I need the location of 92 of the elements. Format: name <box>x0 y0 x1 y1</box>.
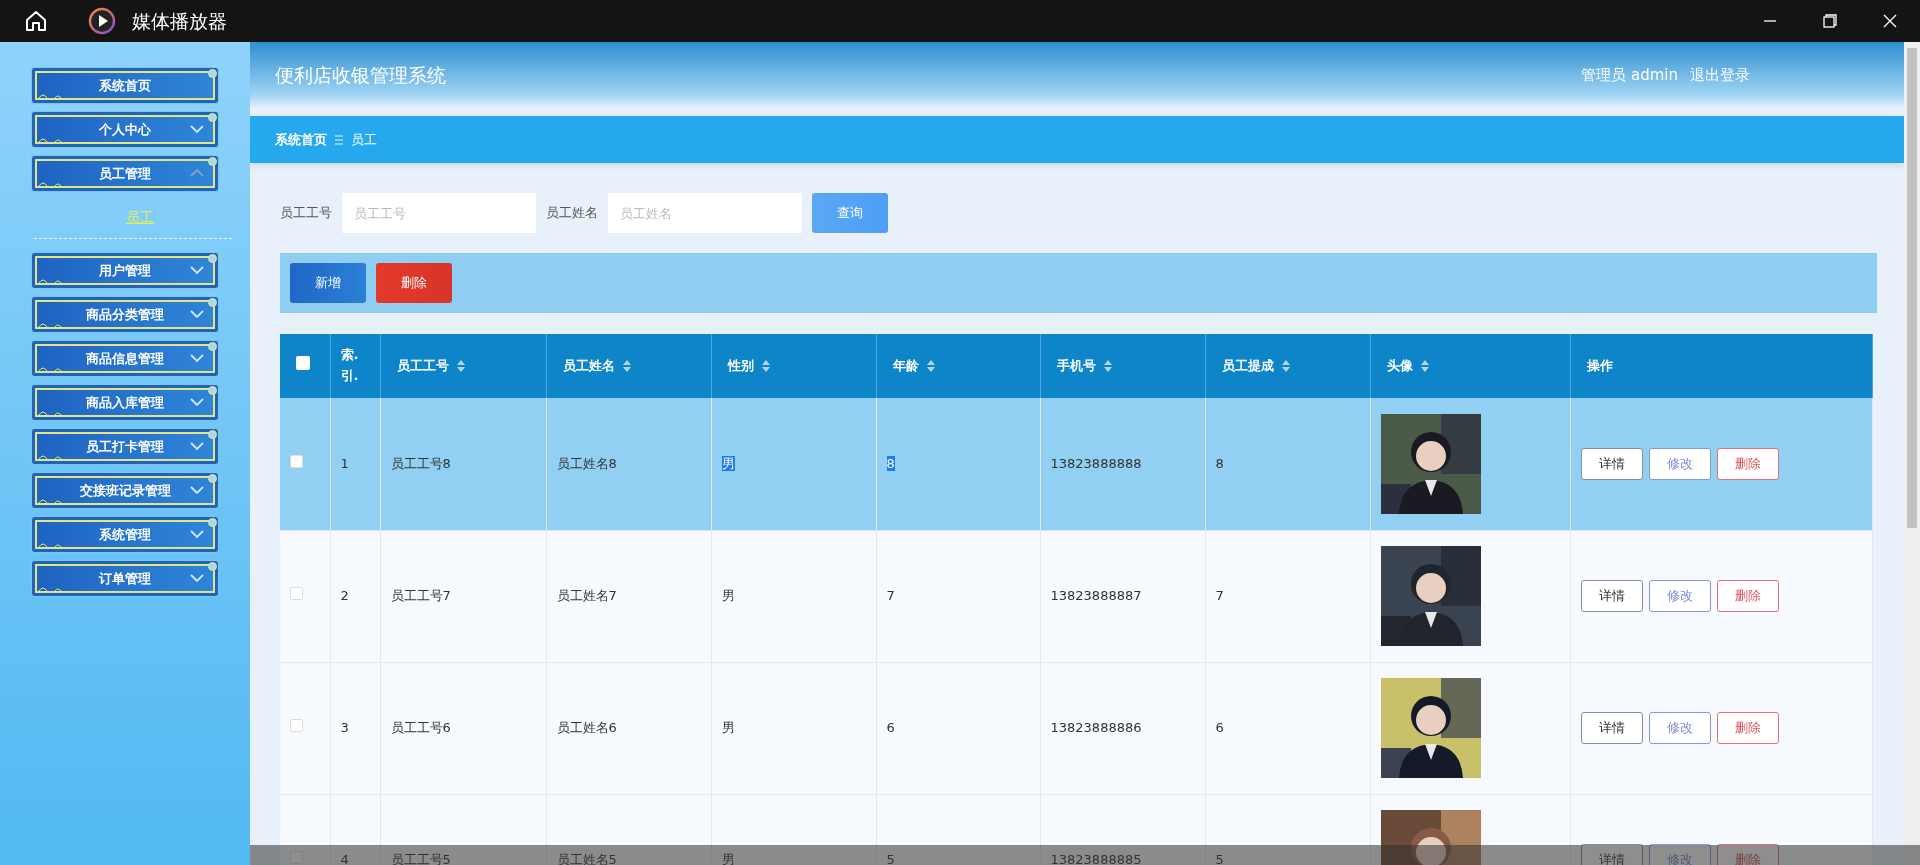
column-header[interactable]: 性别 <box>727 356 770 376</box>
sidebar-item[interactable]: 商品分类管理 <box>31 296 219 333</box>
search-button[interactable]: 查询 <box>812 193 888 233</box>
window-title: 媒体播放器 <box>132 8 227 34</box>
table-cell: 员工工号8 <box>390 456 451 471</box>
dot-icon <box>208 254 217 263</box>
table-cell: 8 <box>886 456 895 471</box>
column-header[interactable]: 手机号 <box>1056 356 1112 376</box>
column-header: 操作 <box>1586 357 1613 376</box>
home-icon[interactable] <box>24 9 48 33</box>
restore-icon <box>1823 14 1837 28</box>
table-cell: 7 <box>886 588 895 604</box>
table-cell: 1 <box>340 456 349 471</box>
sidebar-item[interactable]: 员工管理 <box>31 155 219 192</box>
table-cell: 13823888885 <box>1050 852 1142 865</box>
dot-icon <box>208 113 217 122</box>
dot-icon <box>208 474 217 483</box>
table-cell: 员工姓名7 <box>556 588 617 604</box>
sidebar-item[interactable]: 订单管理 <box>31 560 219 597</box>
close-icon <box>1883 14 1897 28</box>
sidebar-item[interactable]: 商品入库管理 <box>31 384 219 421</box>
scrollbar[interactable] <box>1904 42 1920 865</box>
edit-button[interactable]: 修改 <box>1648 447 1711 480</box>
table-cell: 7 <box>1215 588 1224 604</box>
row-checkbox[interactable] <box>290 719 303 733</box>
table-cell: 13823888886 <box>1050 720 1142 736</box>
table-cell: 员工姓名6 <box>556 720 617 736</box>
table-cell: 员工姓名8 <box>556 456 617 471</box>
table-cell: 5 <box>886 852 895 865</box>
edit-button[interactable]: 修改 <box>1648 712 1711 744</box>
play-icon <box>88 7 116 35</box>
column-header[interactable]: 年龄 <box>892 356 935 376</box>
details-button[interactable]: 详情 <box>1580 447 1643 480</box>
table-cell: 员工工号7 <box>390 588 451 604</box>
table-cell: 男 <box>721 852 735 865</box>
search-field[interactable]: 员工工号 <box>342 193 536 233</box>
column-header[interactable]: 员工提成 <box>1221 356 1290 376</box>
table-cell: 13823888888 <box>1050 456 1142 471</box>
app-title: 便利店收银管理系统 <box>275 62 446 88</box>
sidebar-item[interactable]: 员工打卡管理 <box>31 428 219 465</box>
row-checkbox[interactable] <box>290 587 303 601</box>
select-all-checkbox[interactable] <box>296 356 310 371</box>
table-row[interactable]: 2 员工工号7 员工姓名7 男 7 13823888887 7 详情 修改 删除 <box>280 530 1872 662</box>
dot-icon <box>208 562 217 571</box>
table-cell: 8 <box>1215 456 1224 471</box>
table-cell: 男 <box>721 456 735 471</box>
dot-icon <box>208 69 217 78</box>
dot-icon <box>208 298 217 307</box>
table-row[interactable]: 1 员工工号8 员工姓名8 男 8 13823888888 8 详情 修改 删除 <box>280 398 1872 530</box>
search-field[interactable]: 员工姓名 <box>608 193 802 233</box>
table-cell: 6 <box>1215 720 1224 736</box>
logout-link[interactable]: 退出登录 <box>1690 63 1750 87</box>
table-cell: 6 <box>886 720 895 736</box>
delete-button[interactable]: 删除 <box>376 263 452 303</box>
table-cell: 男 <box>721 588 735 604</box>
add-button[interactable]: 新增 <box>290 263 366 303</box>
column-header[interactable]: 头像 <box>1386 356 1429 376</box>
sidebar-item[interactable]: 系统管理 <box>31 516 219 553</box>
field-label: 员工姓名 <box>546 204 598 223</box>
sidebar-item[interactable]: 用户管理 <box>31 252 219 289</box>
table-cell: 13823888887 <box>1050 588 1142 604</box>
table-cell: 5 <box>1215 852 1224 865</box>
delete-button[interactable]: 删除 <box>1716 447 1779 480</box>
dot-icon <box>208 386 217 395</box>
sidebar-item[interactable]: 个人中心 <box>31 111 219 148</box>
user-label: 管理员 admin <box>1581 64 1678 86</box>
dot-icon <box>208 342 217 351</box>
table-row[interactable]: 3 员工工号6 员工姓名6 男 6 13823888886 6 详情 修改 删除 <box>280 662 1872 794</box>
delete-button[interactable]: 删除 <box>1716 712 1779 744</box>
table-cell: 3 <box>340 720 349 736</box>
dot-icon <box>208 518 217 527</box>
breadcrumb-item: 员工 <box>351 130 377 149</box>
row-checkbox[interactable] <box>290 455 303 468</box>
table-cell: 员工工号6 <box>390 720 451 736</box>
column-header: 索.引. <box>340 346 360 385</box>
breadcrumb-item[interactable]: 系统首页 <box>275 129 327 150</box>
table-cell: 2 <box>340 588 349 604</box>
column-header[interactable]: 员工工号 <box>396 356 465 376</box>
sidebar-item[interactable]: 交接班记录管理 <box>31 472 219 509</box>
details-button[interactable]: 详情 <box>1580 712 1643 744</box>
column-header[interactable]: 员工姓名 <box>562 356 631 376</box>
field-label: 员工工号 <box>280 204 332 223</box>
table-cell: 4 <box>340 852 349 865</box>
edit-button[interactable]: 修改 <box>1648 580 1711 612</box>
dot-icon <box>208 157 217 166</box>
table-cell: 男 <box>721 720 735 736</box>
delete-button[interactable]: 删除 <box>1716 580 1779 612</box>
details-button[interactable]: 详情 <box>1580 580 1643 612</box>
sidebar-item[interactable]: 商品信息管理 <box>31 340 219 377</box>
sidebar-item[interactable]: 系统首页 <box>31 67 219 104</box>
separator-icon <box>335 134 343 145</box>
dot-icon <box>208 430 217 439</box>
